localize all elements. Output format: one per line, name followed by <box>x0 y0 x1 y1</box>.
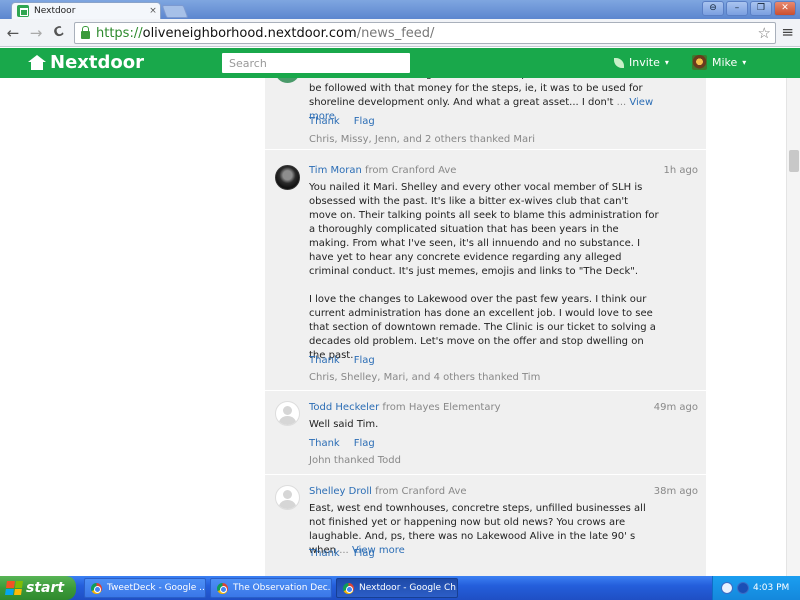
comment-actions: Thank Flag <box>309 438 375 449</box>
flag-button[interactable]: Flag <box>354 355 375 366</box>
taskbar-item-label: The Observation Dec... <box>233 583 332 593</box>
new-tab-button[interactable] <box>161 5 189 18</box>
comment-time: 49m ago <box>653 402 698 413</box>
browser-titlebar: Nextdoor × ⊖ – ❐ ✕ <box>0 0 800 19</box>
close-window-button[interactable]: ✕ <box>774 1 796 16</box>
taskbar-item-label: Nextdoor - Google Ch... <box>359 583 458 593</box>
avatar[interactable] <box>275 485 300 510</box>
browser-toolbar: ← → C https://oliveneighborhood.nextdoor… <box>0 19 800 47</box>
avatar <box>692 55 707 70</box>
maximize-button[interactable]: ❐ <box>750 1 772 16</box>
comment-header: Tim Moran from Cranford Ave <box>309 165 456 176</box>
comment-body: Well said Tim. <box>309 419 379 430</box>
chrome-icon <box>91 582 102 594</box>
thanked-summary[interactable]: Chris, Missy, Jenn, and 2 others thanked… <box>309 134 535 145</box>
nextdoor-favicon-icon <box>17 5 29 17</box>
tab-close-icon[interactable]: × <box>146 6 160 16</box>
url-path: /news_feed/ <box>356 25 435 41</box>
flag-button[interactable]: Flag <box>354 438 375 449</box>
nextdoor-header: Nextdoor Invite ▾ Mike ▾ <box>0 48 800 78</box>
forward-button[interactable]: → <box>27 24 45 42</box>
chrome-icon <box>343 582 354 594</box>
user-name: Mike <box>712 56 738 69</box>
window-controls: ⊖ – ❐ ✕ <box>702 1 796 16</box>
comment-actions: Thank Flag <box>309 355 375 366</box>
author-name[interactable]: Tim Moran <box>309 165 362 176</box>
thank-button[interactable]: Thank <box>309 116 340 127</box>
start-button[interactable]: start <box>0 576 76 600</box>
minimize-button[interactable]: – <box>726 1 748 16</box>
author-location[interactable]: from Hayes Elementary <box>382 402 500 413</box>
author-location[interactable]: from Cranford Ave <box>365 165 456 176</box>
flag-button[interactable]: Flag <box>354 548 375 559</box>
url-scheme: https:// <box>96 25 143 41</box>
comment-actions: Thank Flag <box>309 548 375 559</box>
back-button[interactable]: ← <box>4 24 22 42</box>
comment-time: 1h ago <box>663 165 698 176</box>
avatar[interactable] <box>275 165 300 190</box>
invite-label: Invite <box>629 56 660 69</box>
comment-time: 38m ago <box>653 486 698 497</box>
taskbar-item-label: TweetDeck - Google ... <box>107 583 206 593</box>
chevron-down-icon: ▾ <box>664 58 669 67</box>
author-name[interactable]: Shelley Droll <box>309 486 372 497</box>
comment-thread: I also remember hearing that there were … <box>265 78 706 576</box>
taskbar-item-nextdoor[interactable]: Nextdoor - Google Ch... <box>336 578 458 598</box>
network-icon[interactable] <box>737 582 749 594</box>
taskbar-item-tweetdeck[interactable]: TweetDeck - Google ... <box>84 578 206 598</box>
tab-nextdoor[interactable]: Nextdoor × <box>11 2 161 19</box>
chevron-down-icon: ▾ <box>742 58 747 67</box>
author-location[interactable]: from Cranford Ave <box>375 486 466 497</box>
avatar[interactable] <box>275 78 300 83</box>
tab-title: Nextdoor <box>34 6 76 16</box>
reload-button[interactable]: C <box>47 21 70 44</box>
comment-actions: Thank Flag <box>309 116 375 127</box>
author-name[interactable]: Todd Heckeler <box>309 402 379 413</box>
logo-text: Nextdoor <box>50 52 144 73</box>
comment-item: Tim Moran from Cranford Ave 1h ago You n… <box>265 153 706 391</box>
lock-icon <box>81 25 90 39</box>
bookmark-star-icon[interactable]: ☆ <box>758 24 771 42</box>
thanked-summary[interactable]: Chris, Shelley, Mari, and 4 others thank… <box>309 372 540 383</box>
clock[interactable]: 4:03 PM <box>753 583 789 593</box>
url-host: oliveneighborhood.nextdoor.com <box>142 25 357 41</box>
comment-header: Shelley Droll from Cranford Ave <box>309 486 467 497</box>
start-label: start <box>26 580 65 596</box>
comment-item: Todd Heckeler from Hayes Elementary 49m … <box>265 391 706 475</box>
leaf-icon <box>614 57 624 68</box>
avatar[interactable] <box>275 401 300 426</box>
page-content: I also remember hearing that there were … <box>0 78 786 576</box>
thank-button[interactable]: Thank <box>309 548 340 559</box>
comment-item: Shelley Droll from Cranford Ave 38m ago … <box>265 475 706 576</box>
profile-icon[interactable]: ⊖ <box>702 1 724 16</box>
flag-button[interactable]: Flag <box>354 116 375 127</box>
thank-button[interactable]: Thank <box>309 355 340 366</box>
thanked-summary[interactable]: John thanked Todd <box>309 455 401 466</box>
invite-menu[interactable]: Invite ▾ <box>614 56 669 69</box>
volume-icon[interactable] <box>721 582 733 594</box>
thank-button[interactable]: Thank <box>309 438 340 449</box>
windows-flag-icon <box>5 581 23 595</box>
scrollbar-thumb[interactable] <box>789 150 799 172</box>
system-tray: 4:03 PM <box>712 576 800 600</box>
chrome-icon <box>217 582 228 594</box>
user-menu[interactable]: Mike ▾ <box>692 55 746 70</box>
taskbar-item-observation-deck[interactable]: The Observation Dec... <box>210 578 332 598</box>
windows-taskbar: start TweetDeck - Google ... The Observa… <box>0 576 800 600</box>
comment-body: You nailed it Mari. Shelley and every ot… <box>309 182 659 361</box>
search-input[interactable] <box>222 53 410 73</box>
nextdoor-logo[interactable]: Nextdoor <box>28 52 144 73</box>
page-scrollbar[interactable] <box>786 78 800 576</box>
comment-item: I also remember hearing that there were … <box>265 78 706 150</box>
house-icon <box>28 55 46 70</box>
address-bar[interactable]: https://oliveneighborhood.nextdoor.com/n… <box>74 22 776 44</box>
comment-header: Todd Heckeler from Hayes Elementary <box>309 402 501 413</box>
chrome-menu-icon[interactable]: ≡ <box>781 23 794 41</box>
